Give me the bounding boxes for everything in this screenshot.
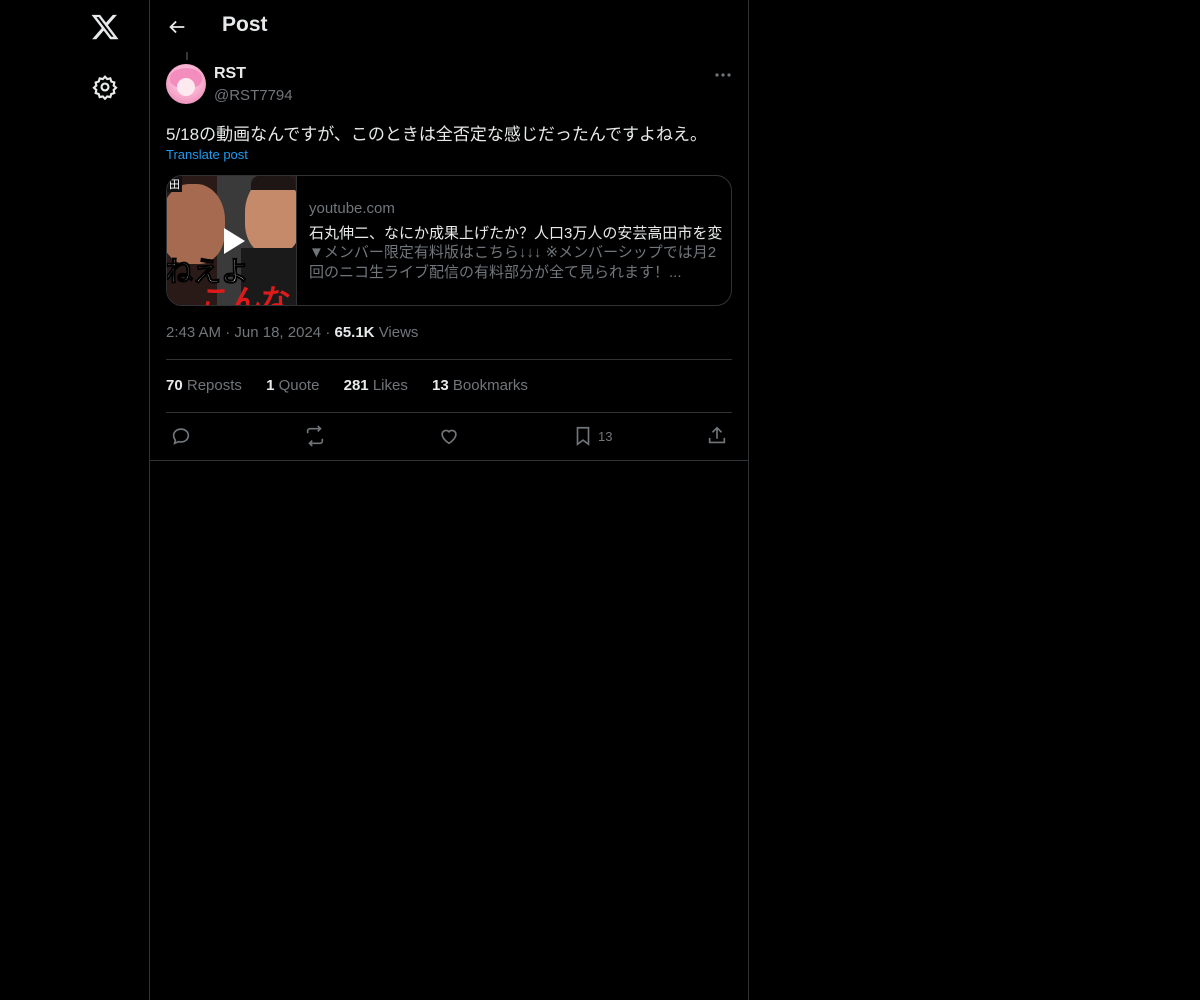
share-icon[interactable] [706,425,728,447]
likes-count: 281 [343,377,369,394]
reposts-label: Reposts [186,377,242,394]
play-icon[interactable] [221,226,247,256]
author-display-name[interactable]: RST [214,65,246,83]
x-logo-icon[interactable] [90,12,120,42]
author-handle[interactable]: @RST7794 [214,87,293,104]
bookmarks-stat[interactable]: 13 Bookmarks [432,377,528,394]
card-description: ▼メンバー限定有料版はこちら↓↓↓ ※メンバーシップでは月2回のニコ生ライブ配信… [309,244,717,281]
action-bar: 13 [150,420,748,454]
likes-stat[interactable]: 281 Likes [344,377,408,394]
page-title: Post [222,13,268,36]
more-icon[interactable] [713,66,733,84]
meta-separator: · [325,324,331,341]
thread-connector [186,52,188,60]
sidebar [0,0,150,1000]
reposts-stat[interactable]: 70 Reposts [166,377,242,394]
quotes-count: 1 [266,377,275,394]
video-thumbnail[interactable]: 田 ねえよ こんな [167,176,297,305]
bookmarks-label: Bookmarks [452,377,528,394]
translate-link[interactable]: Translate post [166,147,248,162]
divider [166,412,732,413]
divider [166,359,732,360]
views-label: Views [378,324,419,341]
page-header: Post [150,0,748,54]
main-column: Post RST @RST7794 5/18の動画なんですが、このときは全否定な… [149,0,749,1000]
repost-icon[interactable] [304,425,326,447]
reposts-count: 70 [166,377,183,394]
quotes-stat[interactable]: 1 Quote [266,377,319,394]
views-count: 65.1K [334,324,375,341]
post-date[interactable]: Jun 18, 2024 [234,324,321,341]
post-time[interactable]: 2:43 AM [166,324,221,341]
quotes-label: Quote [278,377,320,394]
gear-icon[interactable] [92,74,118,100]
avatar-face [177,78,195,96]
thumbnail-caption-bottom: こんな [201,284,291,305]
back-arrow-icon[interactable] [166,16,188,38]
divider [150,460,748,461]
bookmark-count: 13 [598,429,613,444]
engagement-stats: 70 Reposts 1 Quote 281 Likes 13 Bookmark… [166,377,548,394]
avatar[interactable] [166,64,206,104]
post-text: 5/18の動画なんですが、このときは全否定な感じだったんですよねえ。 [166,125,708,144]
post-meta: 2:43 AM · Jun 18, 2024 · 65.1K Views [166,324,418,341]
card-domain: youtube.com [309,200,395,217]
thumbnail-hair [251,176,295,190]
bookmarks-count: 13 [432,377,449,394]
bookmark-icon[interactable] [572,425,594,447]
link-card[interactable]: 田 ねえよ こんな youtube.com 石丸伸二、なにか成果上げたか？人口3… [166,175,732,306]
reply-icon[interactable] [170,425,192,447]
thumbnail-tag: 田 [167,176,182,192]
likes-label: Likes [372,377,408,394]
card-title: 石丸伸二、なにか成果上げたか？人口3万人の安芸高田市を変 [309,225,723,242]
like-icon[interactable] [438,425,460,447]
meta-separator: · [225,324,231,341]
